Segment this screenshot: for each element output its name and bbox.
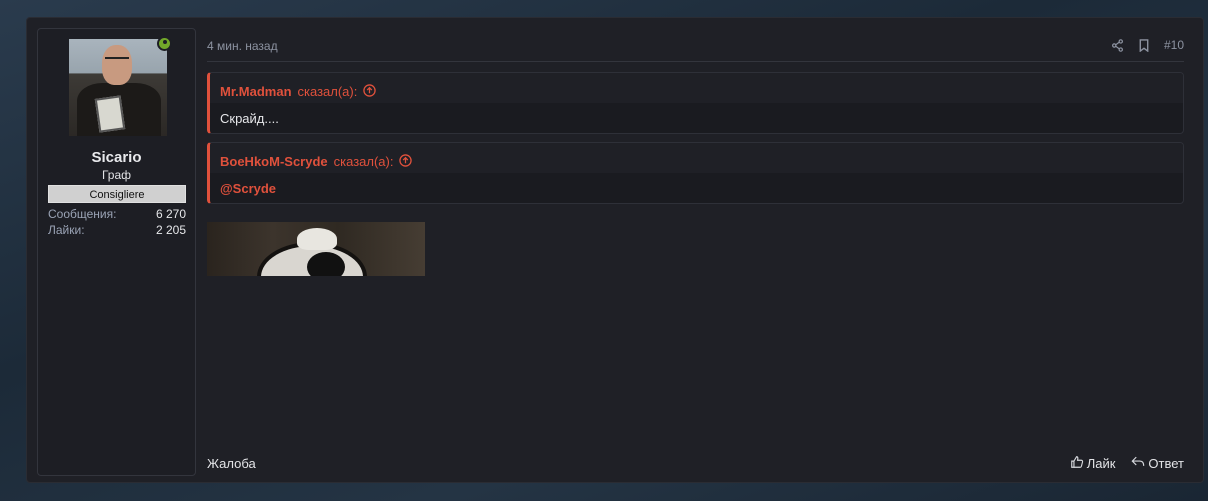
message-cell: 4 мин. назад #10 Mr.Madman сказал(а): Ск…	[207, 28, 1184, 476]
reply-label: Ответ	[1148, 455, 1184, 471]
arrow-up-circle-icon[interactable]	[363, 83, 377, 100]
quote-body: Скрайд....	[220, 111, 279, 126]
user-title: Граф	[101, 168, 132, 182]
post-footer: Жалоба Лайк Ответ	[207, 453, 1184, 473]
user-cell: Sicario Граф Consigliere Сообщения: 6 27…	[37, 28, 196, 476]
post-actions: #10	[1111, 38, 1184, 52]
quote-header[interactable]: BoeHkoM-Scryde сказал(а):	[210, 143, 1183, 173]
bookmark-icon[interactable]	[1138, 38, 1150, 52]
footer-actions: Лайк Ответ	[1070, 455, 1184, 472]
report-link[interactable]: Жалоба	[207, 456, 256, 471]
user-mention[interactable]: @Scryde	[220, 181, 276, 196]
stat-value: 2 205	[155, 223, 186, 237]
quote-body: @Scryde	[210, 173, 1183, 196]
stat-label: Лайки:	[48, 223, 85, 237]
reply-icon	[1131, 455, 1145, 471]
stat-label: Сообщения:	[48, 207, 117, 221]
username[interactable]: Sicario	[38, 149, 195, 166]
stat-likes: Лайки: 2 205	[48, 223, 186, 237]
post-date[interactable]: 4 мин. назад	[207, 39, 278, 53]
user-online-icon	[157, 36, 172, 51]
quote-author[interactable]: BoeHkoM-Scryde	[220, 154, 328, 169]
quote-said: сказал(а):	[297, 84, 358, 99]
post-container: Sicario Граф Consigliere Сообщения: 6 27…	[26, 17, 1204, 483]
embedded-image[interactable]	[207, 222, 425, 276]
stat-value: 6 270	[155, 207, 186, 221]
user-banner: Consigliere	[48, 185, 186, 203]
quote-header[interactable]: Mr.Madman сказал(а):	[210, 73, 1183, 103]
reply-button[interactable]: Ответ	[1131, 455, 1184, 471]
like-button[interactable]: Лайк	[1070, 455, 1116, 472]
post-header: 4 мин. назад #10	[207, 28, 1184, 62]
arrow-up-circle-icon[interactable]	[399, 153, 413, 170]
quote-said: сказал(а):	[333, 154, 394, 169]
quote-block: Mr.Madman сказал(а): Скрайд....	[207, 72, 1184, 134]
avatar[interactable]	[69, 39, 167, 136]
like-label: Лайк	[1086, 455, 1116, 471]
quote-block: BoeHkoM-Scryde сказал(а): @Scryde	[207, 142, 1184, 204]
quote-author[interactable]: Mr.Madman	[220, 84, 292, 99]
share-icon[interactable]	[1111, 38, 1124, 52]
thumbs-up-icon	[1070, 455, 1084, 472]
post-number[interactable]: #10	[1164, 38, 1184, 52]
stat-messages: Сообщения: 6 270	[48, 207, 186, 221]
